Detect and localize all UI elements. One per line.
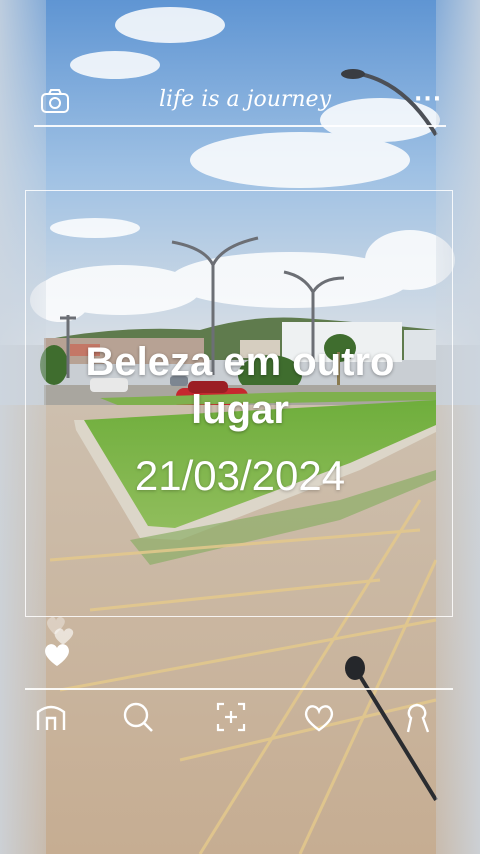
header-title: life is a journey [158,87,332,112]
more-dots-icon[interactable]: ··· [414,89,442,111]
search-icon[interactable] [121,700,155,734]
header-divider [34,125,446,127]
nav-divider [25,688,453,690]
heart-icon[interactable] [302,700,336,734]
profile-icon[interactable] [400,700,434,734]
post-date: 21/03/2024 [134,452,346,499]
home-icon[interactable] [34,700,68,734]
like-hearts-icon[interactable] [42,612,82,668]
camera-icon[interactable] [40,88,70,114]
post-caption: Beleza em outro lugar [85,340,395,432]
add-post-icon[interactable] [214,700,248,734]
